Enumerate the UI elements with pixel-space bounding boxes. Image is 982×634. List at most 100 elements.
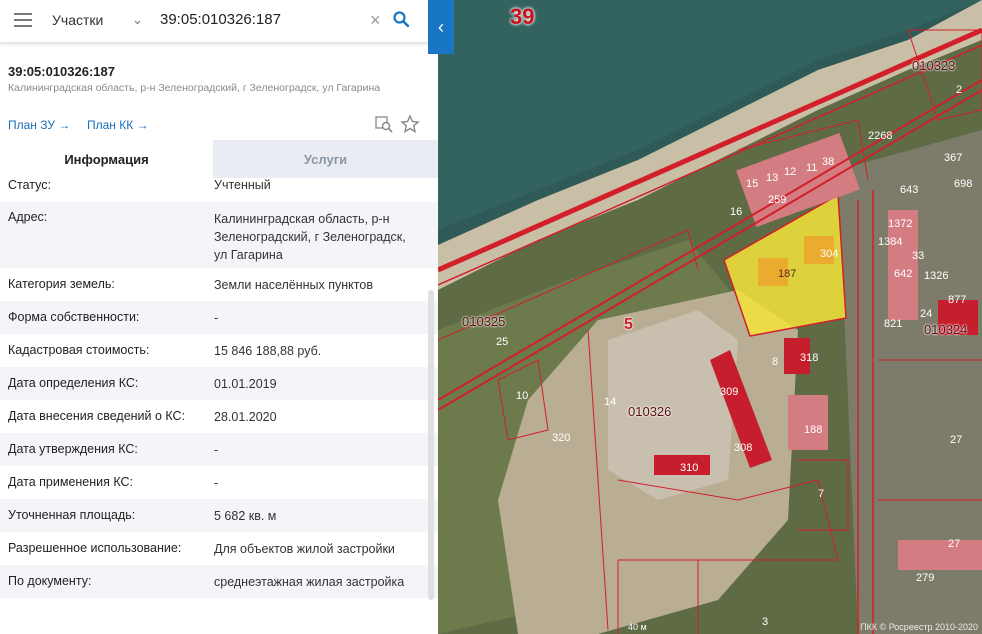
map-canvas: [438, 0, 982, 634]
parcel-label: 14: [604, 396, 617, 408]
parcel-label: 188: [804, 424, 823, 436]
parcel-label: 33: [912, 250, 925, 262]
row-label: Статус:: [8, 178, 51, 192]
table-row: Дата утверждения КС: -: [0, 433, 438, 466]
panel-scrollbar[interactable]: [428, 290, 434, 600]
row-label: Форма собственности:: [8, 310, 140, 324]
quarter-label: 010324: [924, 322, 968, 337]
row-label: Разрешенное использование:: [8, 541, 182, 555]
chevron-down-icon[interactable]: ⌄: [132, 12, 143, 28]
parcel-label: 10: [516, 390, 529, 402]
parcel-label: 2268: [868, 130, 893, 142]
search-bar: Участки ⌄ ×: [0, 0, 428, 43]
map-copyright: ПКК © Росреестр 2010-2020: [860, 622, 978, 632]
row-label: Кадастровая стоимость:: [8, 343, 150, 357]
table-row: Дата определения КС: 01.01.2019: [0, 367, 438, 400]
row-value: -: [214, 476, 219, 490]
row-value: 5 682 кв. м: [214, 509, 277, 523]
parcel-label: 11: [806, 162, 818, 174]
quarter-label: 010325: [462, 314, 506, 329]
quarter-label: 010323: [912, 58, 956, 73]
row-value: Для объектов жилой застройки: [214, 542, 395, 556]
region-label: 39: [510, 4, 535, 29]
row-value: среднеэтажная жилая застройка: [214, 575, 405, 589]
parcel-label: 13: [766, 172, 779, 184]
parcel-label: 642: [894, 268, 913, 280]
plan-kk-link[interactable]: План КК →: [87, 118, 149, 132]
row-label: Дата применения КС:: [8, 475, 134, 489]
row-label: Дата внесения сведений о КС:: [8, 409, 186, 423]
parcel-label: 310: [680, 462, 699, 474]
highlight-parcel-label[interactable]: 187: [778, 268, 796, 280]
row-label: Дата определения КС:: [8, 376, 139, 390]
map-scale: 40 м: [628, 622, 647, 632]
row-value: Учтенный: [214, 178, 271, 192]
info-panel: Участки ⌄ × 39:05:010326:187 Калининград…: [0, 0, 438, 634]
parcel-label: 309: [720, 386, 739, 398]
parcel-label: 367: [944, 152, 963, 164]
table-row: По документу: среднеэтажная жилая застро…: [0, 565, 438, 598]
parcel-label: 643: [900, 184, 919, 196]
parcel-label: 259: [768, 194, 787, 206]
object-address: Калининградская область, р-н Зеленоградс…: [8, 82, 381, 94]
parcel-label: 16: [730, 206, 743, 218]
row-value: Земли населённых пунктов: [214, 278, 373, 292]
quarter-label: 010326: [628, 404, 672, 419]
parcel-label: 304: [820, 248, 839, 260]
map-view[interactable]: 39 010323 010325 010326 010324 5 187 304…: [438, 0, 982, 634]
table-row: Статус: Учтенный: [0, 168, 438, 202]
table-row: Дата внесения сведений о КС: 28.01.2020: [0, 400, 438, 433]
collapse-panel-button[interactable]: ‹: [428, 0, 454, 54]
parcel-label: 27: [948, 538, 961, 550]
parcel-label: 1372: [888, 218, 913, 230]
menu-icon[interactable]: [14, 13, 32, 29]
row-label: Адрес:: [8, 210, 48, 224]
parcel-label: 7: [818, 488, 825, 500]
star-icon[interactable]: [400, 114, 420, 134]
table-row: Адрес: Калининградская область, р-н Зеле…: [0, 202, 438, 268]
parcel-label: 24: [920, 308, 933, 320]
parcel-label: 821: [884, 318, 903, 330]
row-label: Категория земель:: [8, 277, 115, 291]
row-value: Калининградская область, р-н Зеленоградс…: [214, 212, 406, 262]
row-value: 28.01.2020: [214, 410, 277, 424]
parcel-label: 698: [954, 178, 973, 190]
row-value: -: [214, 311, 219, 325]
table-row: Разрешенное использование: Для объектов …: [0, 532, 438, 565]
parcel-label: 318: [800, 352, 819, 364]
table-row: Кадастровая стоимость: 15 846 188,88 руб…: [0, 334, 438, 367]
parcel-label: 320: [552, 432, 571, 444]
row-value: 01.01.2019: [214, 377, 277, 391]
row-label: Дата утверждения КС:: [8, 442, 138, 456]
row-value: 15 846 188,88 руб.: [214, 344, 322, 358]
parcel-label: 8: [772, 356, 779, 368]
table-row: Уточненная площадь: 5 682 кв. м: [0, 499, 438, 532]
clear-icon[interactable]: ×: [370, 10, 381, 31]
plan-zu-link[interactable]: План ЗУ →: [8, 118, 70, 132]
row-label: По документу:: [8, 574, 92, 588]
parcel-label: 2: [956, 84, 963, 96]
district-label: 5: [624, 316, 633, 333]
row-value: -: [214, 443, 219, 457]
parcel-label: 15: [746, 178, 759, 190]
parcel-label: 877: [948, 294, 967, 306]
table-row: Категория земель: Земли населённых пункт…: [0, 268, 438, 301]
parcel-label: 38: [822, 156, 835, 168]
search-input[interactable]: [158, 10, 362, 29]
parcel-label: 25: [496, 336, 509, 348]
object-type-select[interactable]: Участки: [52, 12, 103, 28]
parcel-label: 12: [784, 166, 797, 178]
table-row: Форма собственности: -: [0, 301, 438, 334]
parcel-label: 1326: [924, 270, 949, 282]
table-row: Дата применения КС: -: [0, 466, 438, 499]
cadastral-number: 39:05:010326:187: [8, 64, 115, 79]
object-card-header: 39:05:010326:187 Калининградская область…: [0, 54, 438, 140]
parcel-label: 27: [950, 434, 963, 446]
zoom-to-object-icon[interactable]: [374, 114, 394, 134]
search-icon[interactable]: [393, 11, 409, 27]
parcel-label: 308: [734, 442, 753, 454]
row-label: Уточненная площадь:: [8, 508, 136, 522]
parcel-label: 279: [916, 572, 935, 584]
parcel-label: 1384: [878, 236, 903, 248]
parcel-label: 3: [762, 616, 769, 628]
